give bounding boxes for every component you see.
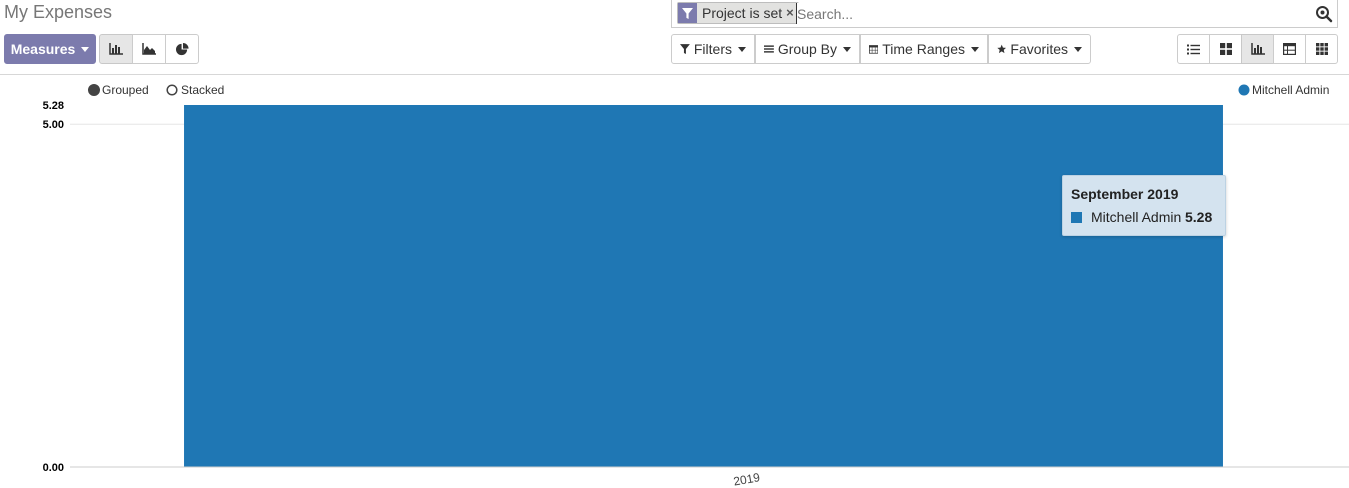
y-tick-label: 0.00 <box>43 462 64 474</box>
table-icon <box>1283 43 1296 55</box>
search-bar: Project is set × <box>671 0 1338 28</box>
time-ranges-label: Time Ranges <box>882 41 965 57</box>
bar-chart-icon <box>1250 43 1265 55</box>
search-facet: Project is set × <box>677 2 799 24</box>
th-large-icon <box>1219 43 1232 55</box>
bar-chart-button[interactable] <box>99 34 133 64</box>
grouped-label: Grouped <box>102 83 149 97</box>
tooltip-title: September 2019 <box>1071 186 1179 202</box>
search-input[interactable] <box>796 3 1296 24</box>
x-axis: 2019 <box>70 466 1349 488</box>
area-chart-icon <box>142 43 156 55</box>
time-ranges-button[interactable]: Time Ranges <box>860 34 988 64</box>
filters-label: Filters <box>693 41 732 57</box>
pie-chart-icon <box>175 42 189 55</box>
line-chart-button[interactable] <box>132 34 166 64</box>
caret-down-icon <box>971 46 979 52</box>
legend-item-series-1[interactable]: Mitchell Admin <box>1238 83 1330 97</box>
stacked-label: Stacked <box>181 83 224 97</box>
bars <box>184 105 1223 467</box>
favorites-label: Favorites <box>1010 41 1068 57</box>
y-axis: 0.00 5.00 5.28 <box>43 100 64 474</box>
bar-chart: Grouped Stacked Mitchell Admin 0.00 5.00 5… <box>43 83 1349 488</box>
x-tick-label: 2019 <box>732 470 761 488</box>
tooltip-value: 5.28 <box>1185 209 1213 225</box>
stacked-radio-icon[interactable] <box>166 84 178 96</box>
facet-label: Project is set <box>702 5 783 21</box>
filters-button[interactable]: Filters <box>671 34 755 64</box>
page-title: My Expenses <box>4 2 113 22</box>
grouped-radio-icon[interactable] <box>88 84 100 96</box>
measures-button[interactable]: Measures <box>4 34 96 64</box>
chart-tooltip: September 2019 Mitchell Admin 5.28 <box>1062 175 1226 236</box>
bars-icon <box>764 45 774 53</box>
legend-swatch <box>1238 84 1250 96</box>
dashboard-view-button[interactable] <box>1305 34 1338 64</box>
y-tick-label: 5.28 <box>43 100 64 112</box>
tooltip-series: Mitchell Admin <box>1091 209 1182 225</box>
graph-view-button[interactable] <box>1241 34 1274 64</box>
caret-down-icon <box>843 46 851 52</box>
filter-icon <box>680 44 690 54</box>
pie-chart-button[interactable] <box>165 34 199 64</box>
y-tick-label: 5.00 <box>43 119 64 131</box>
pivot-view-button[interactable] <box>1273 34 1306 64</box>
group-by-label: Group By <box>777 41 837 57</box>
bar-chart-icon <box>109 43 123 55</box>
search-icon[interactable] <box>1315 5 1333 23</box>
caret-down-icon <box>81 46 90 52</box>
star-icon <box>997 44 1007 54</box>
grouped-option[interactable]: Grouped <box>88 83 149 97</box>
bar-series-1-0[interactable] <box>184 105 1223 467</box>
calendar-icon <box>869 45 879 54</box>
favorites-button[interactable]: Favorites <box>988 34 1091 64</box>
th-icon <box>1315 43 1328 55</box>
group-by-button[interactable]: Group By <box>755 34 860 64</box>
legend-label: Mitchell Admin <box>1252 83 1329 97</box>
filter-icon <box>678 3 697 23</box>
measures-label: Measures <box>10 41 76 57</box>
list-view-button[interactable] <box>1177 34 1210 64</box>
caret-down-icon <box>1074 46 1082 52</box>
caret-down-icon <box>738 46 746 52</box>
tooltip-swatch <box>1071 212 1082 223</box>
kanban-view-button[interactable] <box>1209 34 1242 64</box>
list-icon <box>1187 44 1200 54</box>
stacked-option[interactable]: Stacked <box>166 83 224 97</box>
